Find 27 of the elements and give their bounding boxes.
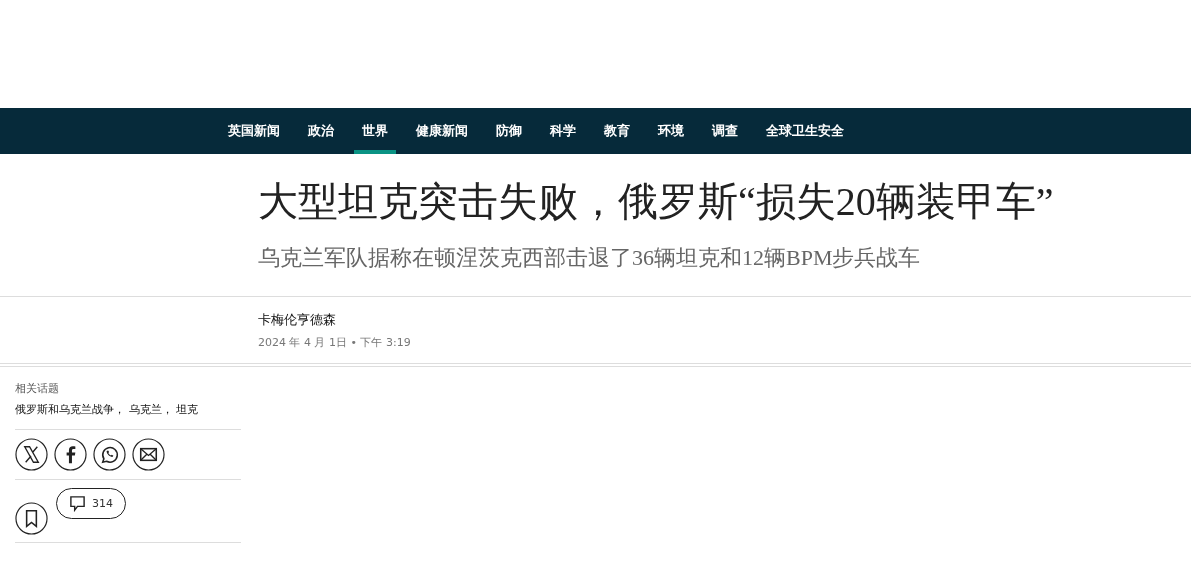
x-share-icon[interactable] — [15, 438, 48, 471]
nav-link[interactable]: 环境 — [650, 108, 692, 154]
topic-link[interactable]: 乌克兰 — [128, 403, 162, 416]
nav-link[interactable]: 调查 — [704, 108, 746, 154]
whatsapp-share-icon[interactable] — [93, 438, 126, 471]
nav-link[interactable]: 防御 — [488, 108, 530, 154]
topic-link[interactable]: 俄罗斯和乌克兰战争 — [15, 403, 114, 416]
standfirst: 乌克兰军队据称在顿涅茨克西部击退了36辆坦克和12辆BPM步兵战车 — [258, 244, 922, 272]
speech-bubble-icon — [69, 495, 86, 512]
topic-link[interactable]: 坦克 — [176, 403, 198, 416]
nav-link[interactable]: 健康新闻 — [408, 108, 476, 154]
topics-heading: 相关话题 — [15, 381, 60, 396]
nav-link[interactable]: 世界 — [354, 108, 396, 154]
nav-link[interactable]: 英国新闻 — [220, 108, 288, 154]
email-share-icon[interactable] — [132, 438, 165, 471]
author-name[interactable]: 卡梅伦亨德森 — [258, 311, 1191, 329]
separator: ， — [114, 403, 126, 416]
headline: 大型坦克突击失败，俄罗斯“损失20辆装甲车” — [258, 178, 1055, 226]
nav-link[interactable]: 科学 — [542, 108, 584, 154]
publish-date: 2024 年 4 月 1日 • 下午 3:19 — [258, 335, 412, 350]
separator: ， — [161, 403, 174, 416]
bookmark-icon[interactable] — [15, 502, 48, 535]
facebook-share-icon[interactable] — [54, 438, 87, 471]
nav-link[interactable]: 全球卫生安全 — [758, 108, 852, 154]
nav-link[interactable]: 政治 — [300, 108, 342, 154]
nav-link[interactable]: 教育 — [596, 108, 638, 154]
comments-button[interactable]: 314 — [56, 488, 126, 519]
